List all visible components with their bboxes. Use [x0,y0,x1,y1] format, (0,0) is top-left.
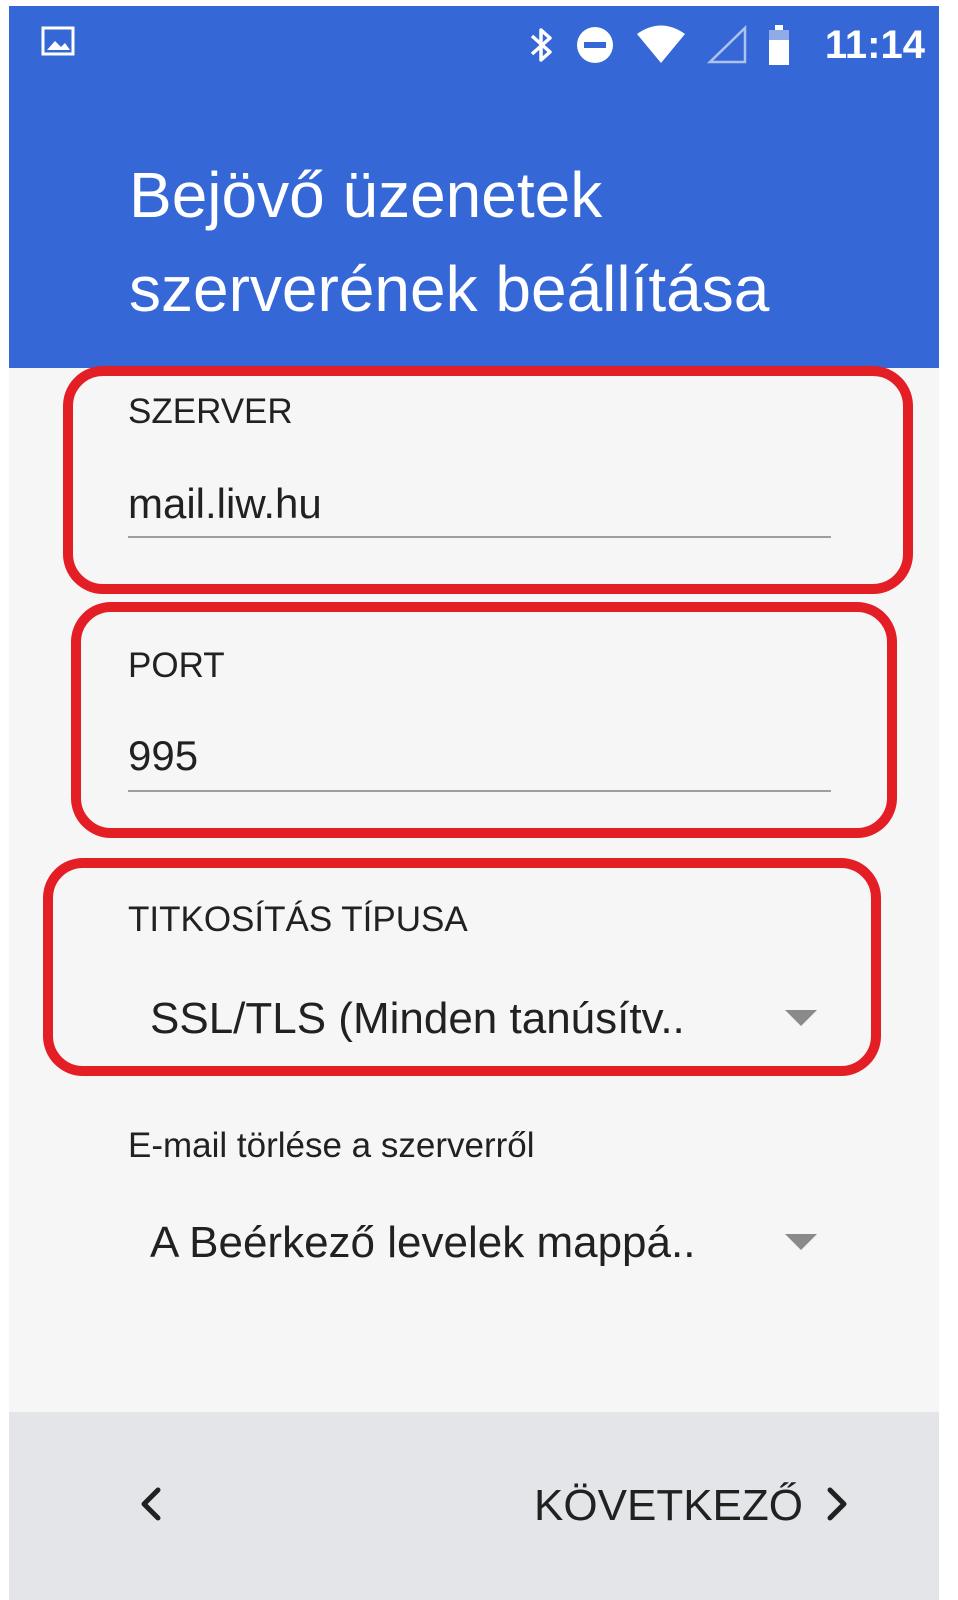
chevron-right-icon [825,1484,849,1529]
battery-icon [767,24,791,66]
status-time: 11:14 [824,23,925,67]
security-type-highlight-box [43,858,881,1076]
image-thumbnail-icon [41,26,75,56]
chevron-left-icon [139,1484,163,1529]
chevron-down-icon [785,1234,817,1250]
phone-screen: 11:14 Bejövő üzenetek szerverének beállí… [9,6,939,1600]
delete-policy-label: E-mail törlése a szerverről [128,1126,535,1165]
cell-signal-icon [706,25,747,65]
app-bar: 11:14 Bejövő üzenetek szerverének beállí… [9,6,939,368]
delete-policy-value: A Beérkező levelek mappá.. [150,1218,696,1267]
back-button[interactable] [121,1466,181,1546]
status-bar: 11:14 [9,6,939,86]
port-highlight-box [71,602,897,838]
wifi-icon [635,25,687,65]
do-not-disturb-icon [575,25,615,65]
next-button-label: KÖVETKEZŐ [534,1481,803,1530]
bluetooth-icon [529,25,555,65]
server-highlight-box [63,366,913,594]
next-button[interactable]: KÖVETKEZŐ [534,1466,849,1546]
bottom-navigation-bar: KÖVETKEZŐ [9,1412,939,1600]
page-title: Bejövő üzenetek szerverének beállítása [129,159,770,325]
status-icons: 11:14 [529,20,925,70]
